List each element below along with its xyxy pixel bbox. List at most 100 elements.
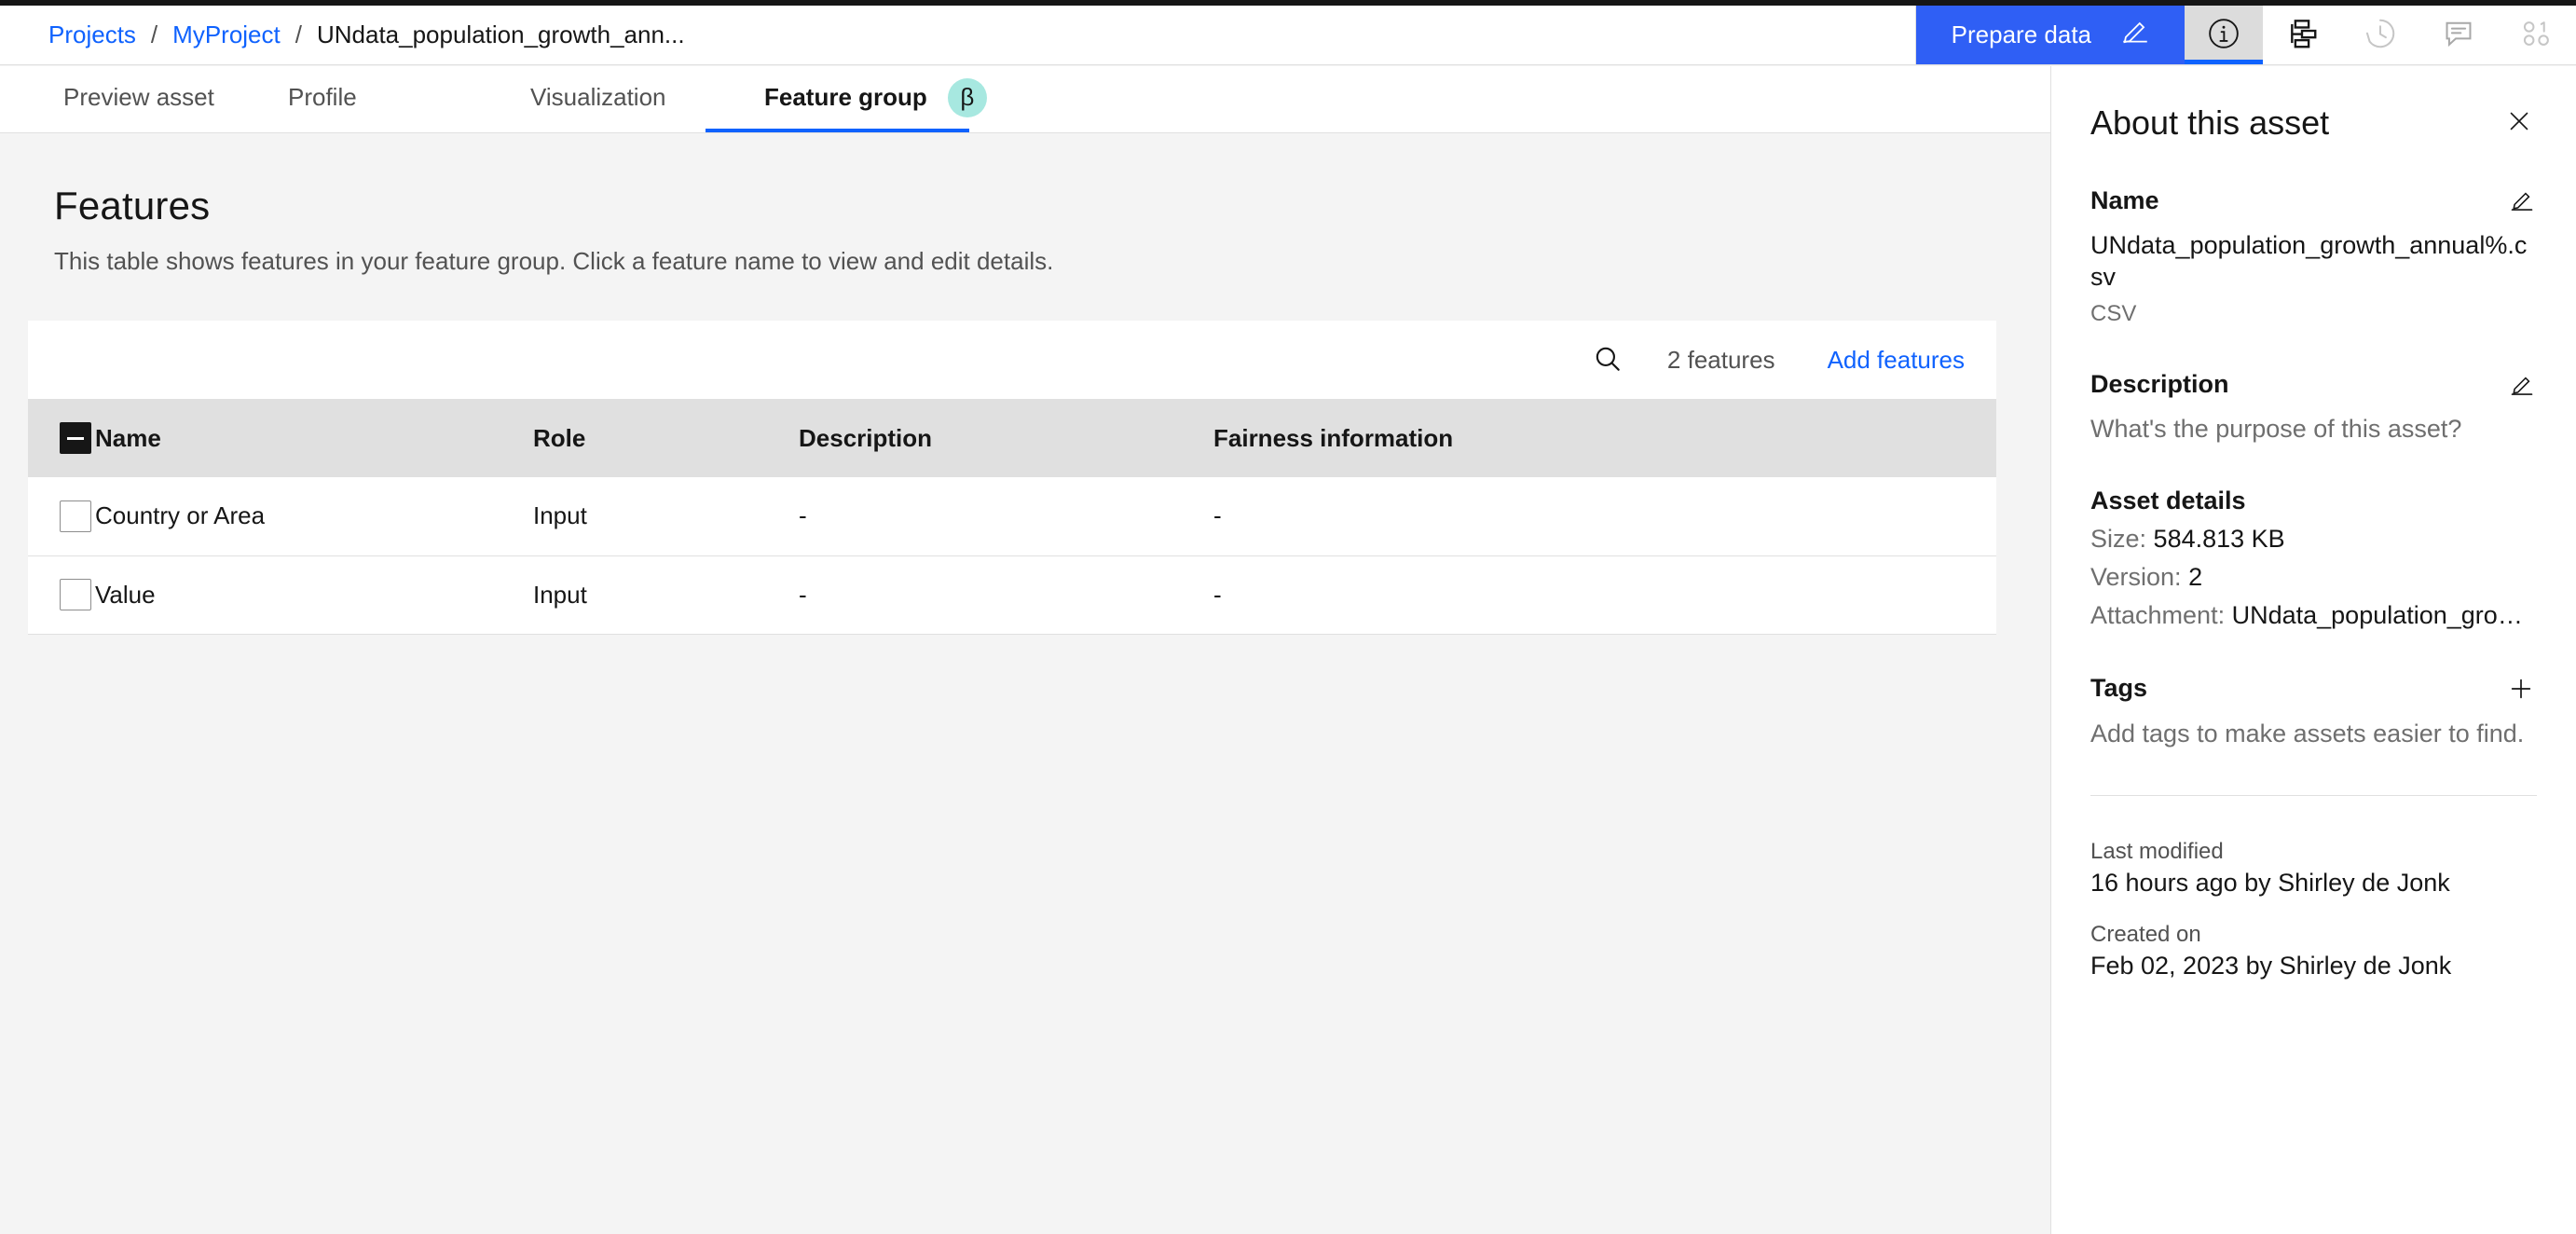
pencil-icon [2509, 192, 2535, 216]
asset-version-value: 2 [2188, 562, 2203, 591]
table-header-row: Name Role Description Fairness informati… [28, 399, 1996, 477]
table-toolbar: 2 features Add features [28, 321, 1996, 399]
tags-section-header: Tags [2090, 673, 2537, 705]
name-section: Name UNdata_population_growth_annual%.cs… [2090, 185, 2537, 327]
breadcrumb: Projects / MyProject / UNdata_population… [48, 21, 685, 49]
description-placeholder[interactable]: What's the purpose of this asset? [2090, 415, 2537, 444]
select-all-header [28, 399, 95, 477]
cell-description: - [799, 580, 807, 609]
header-icon-group [2185, 6, 2576, 64]
breadcrumb-separator: / [150, 21, 158, 48]
pencil-icon [2509, 376, 2535, 401]
asset-tab-bar: Preview asset Profile Visualization Feat… [0, 66, 2050, 133]
feature-count-label: 2 features [1666, 345, 1775, 374]
application-window: Projects / MyProject / UNdata_population… [0, 0, 2576, 1234]
last-modified-label: Last modified [2090, 838, 2224, 864]
breadcrumb-area: Projects / MyProject / UNdata_population… [0, 6, 1916, 64]
breadcrumb-separator: / [295, 21, 302, 48]
info-icon [2206, 16, 2241, 54]
asset-name-value: UNdata_population_growth_annual%.csv [2090, 231, 2528, 291]
tab-feature-group[interactable]: Feature group β [706, 66, 987, 132]
column-header-fairness[interactable]: Fairness information [1213, 399, 1996, 477]
asset-size-label: Size: [2090, 524, 2147, 553]
features-table-container: 2 features Add features Name Role Descri… [28, 321, 1996, 635]
created-on-label: Created on [2090, 921, 2201, 947]
tags-section-title: Tags [2090, 674, 2148, 702]
close-icon [2505, 112, 2533, 138]
table-row[interactable]: Country or Area Input - - [28, 477, 1996, 555]
tab-label: Feature group [764, 83, 927, 111]
table-row[interactable]: Value Input - - [28, 555, 1996, 634]
comment-icon-button[interactable] [2419, 6, 2498, 64]
asset-details-title: Asset details [2090, 486, 2246, 514]
add-features-link[interactable]: Add features [1828, 346, 1965, 375]
breadcrumb-item-projects[interactable]: Projects [48, 21, 136, 49]
top-header-bar: Projects / MyProject / UNdata_population… [0, 6, 2576, 65]
tags-placeholder: Add tags to make assets easier to find. [2090, 719, 2525, 747]
prepare-data-button[interactable]: Prepare data [1915, 6, 2185, 64]
column-header-description[interactable]: Description [799, 399, 1213, 477]
tab-preview-asset[interactable]: Preview asset [0, 66, 233, 132]
main-content: Features This table shows features in yo… [0, 133, 2050, 1234]
asset-attachment-label: Attachment: [2090, 600, 2226, 629]
asset-attachment-value: UNdata_population_growth_... [2231, 600, 2537, 629]
created-on-block: Created on Feb 02, 2023 by Shirley de Jo… [2090, 922, 2537, 980]
comment-icon [2441, 16, 2476, 54]
lineage-icon-button[interactable] [2263, 6, 2341, 64]
asset-size-line: Size: 584.813 KB [2090, 525, 2537, 554]
description-section-header: Description [2090, 370, 2537, 400]
search-icon [1592, 343, 1624, 377]
history-icon [2363, 16, 2398, 54]
name-section-title: Name [2090, 185, 2159, 214]
panel-divider [2090, 794, 2537, 796]
row-select-cell [28, 477, 95, 555]
cell-fairness: - [1213, 580, 1222, 609]
column-header-role[interactable]: Role [533, 399, 799, 477]
edit-name-button[interactable] [2507, 185, 2537, 215]
asset-version-line: Version: 2 [2090, 563, 2537, 592]
cell-feature-name[interactable]: Value [95, 555, 533, 634]
panel-title: About this asset [2090, 103, 2330, 142]
close-panel-button[interactable] [2501, 103, 2537, 139]
search-button[interactable] [1569, 321, 1647, 399]
cell-fairness: - [1213, 501, 1222, 530]
page-title: Features [54, 184, 211, 227]
row-select-cell [28, 555, 95, 634]
pencil-icon [2119, 16, 2151, 54]
tab-visualization[interactable]: Visualization [461, 66, 706, 132]
binary-data-icon-button[interactable] [2498, 6, 2576, 64]
info-icon-button[interactable] [2185, 6, 2263, 64]
lineage-icon [2284, 16, 2320, 54]
tab-profile[interactable]: Profile [233, 66, 461, 132]
beta-badge: β [947, 77, 987, 117]
edit-description-button[interactable] [2507, 370, 2537, 400]
tab-label: Preview asset [63, 83, 214, 111]
tags-section: Tags Add tags to make assets easier to f… [2090, 673, 2537, 748]
binary-data-icon [2519, 16, 2555, 54]
asset-size-value: 584.813 KB [2153, 524, 2285, 553]
tab-label: Visualization [530, 83, 666, 111]
asset-attachment-line: Attachment: UNdata_population_growth_... [2090, 601, 2537, 630]
add-tag-button[interactable] [2505, 673, 2537, 705]
features-table: Name Role Description Fairness informati… [28, 399, 1996, 635]
cell-feature-name[interactable]: Country or Area [95, 477, 533, 555]
history-icon-button[interactable] [2341, 6, 2419, 64]
page-subtitle: This table shows features in your featur… [54, 247, 1054, 275]
row-checkbox[interactable] [60, 500, 91, 532]
plus-icon [2507, 679, 2535, 706]
prepare-data-label: Prepare data [1951, 21, 2091, 48]
column-header-name[interactable]: Name [95, 399, 533, 477]
created-on-value: Feb 02, 2023 by Shirley de Jonk [2090, 951, 2452, 980]
asset-format-label: CSV [2090, 300, 2137, 326]
select-all-checkbox[interactable] [60, 422, 91, 455]
last-modified-value: 16 hours ago by Shirley de Jonk [2090, 868, 2450, 897]
description-section: Description What's the purpose of this a… [2090, 370, 2537, 444]
breadcrumb-item-current: UNdata_population_growth_ann... [316, 21, 685, 48]
row-checkbox[interactable] [60, 579, 91, 611]
last-modified-block: Last modified 16 hours ago by Shirley de… [2090, 839, 2537, 898]
about-this-asset-panel: About this asset Name UNdata_population_… [2050, 66, 2576, 1234]
cell-role: Input [533, 580, 587, 609]
tab-label: Profile [288, 83, 357, 111]
breadcrumb-item-myproject[interactable]: MyProject [172, 21, 281, 49]
description-section-title: Description [2090, 370, 2229, 398]
